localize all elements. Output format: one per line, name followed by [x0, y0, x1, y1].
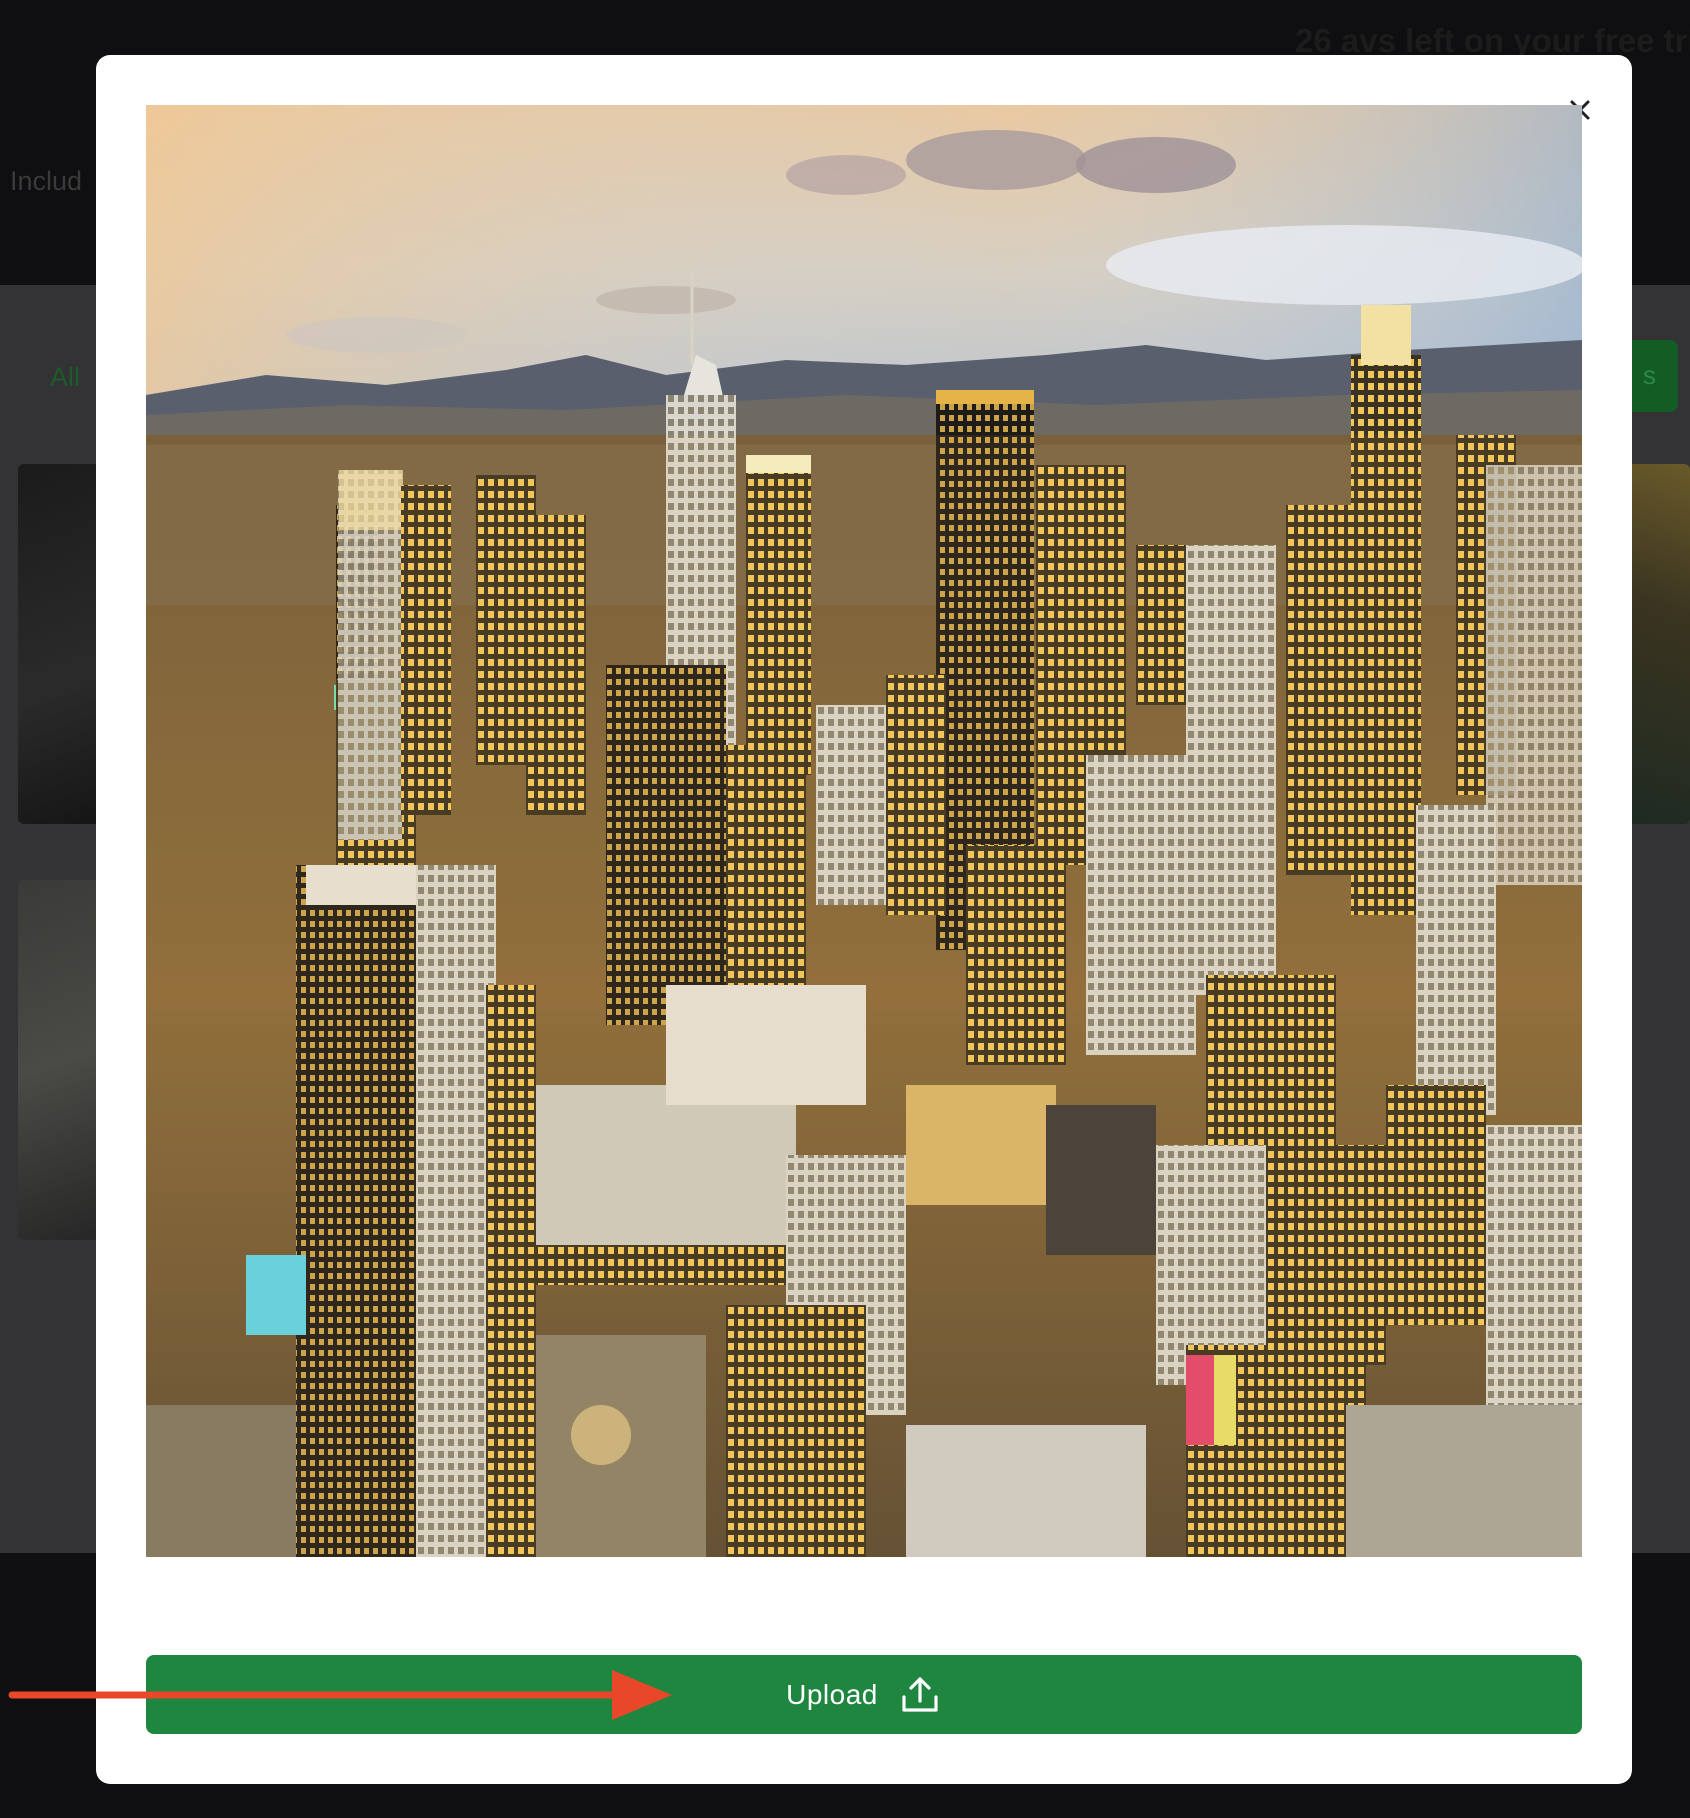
upload-button[interactable]: Upload: [146, 1655, 1582, 1734]
tab-all[interactable]: All: [50, 362, 80, 393]
upload-icon: [902, 1676, 938, 1712]
include-text: Includ: [10, 166, 83, 196]
city-skyline-photo: [146, 105, 1582, 1557]
upload-button-label: Upload: [786, 1678, 878, 1710]
background-action-label: s: [1643, 360, 1656, 390]
background-card[interactable]: [18, 464, 108, 824]
background-card[interactable]: [18, 880, 108, 1240]
